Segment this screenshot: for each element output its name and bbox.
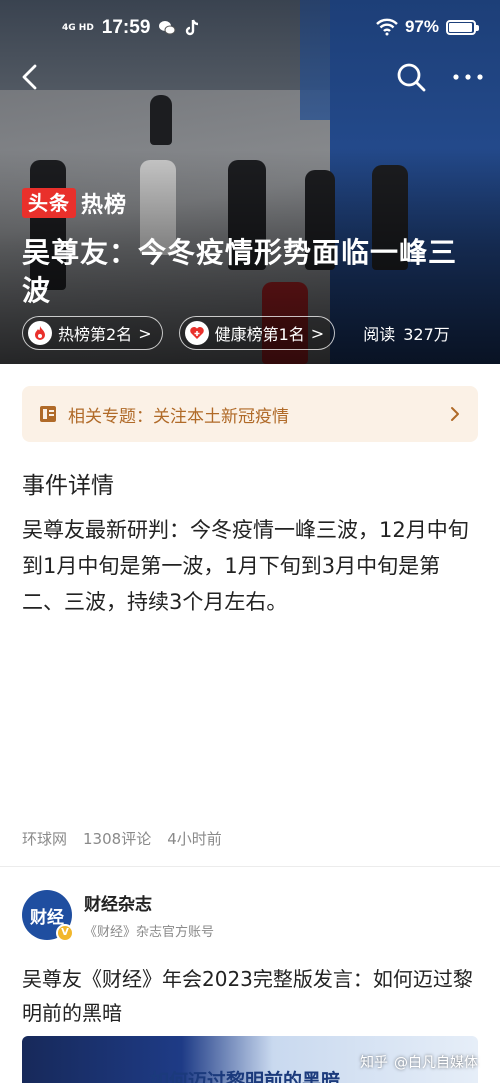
article-title[interactable]: 吴尊友《财经》年会2023完整版发言：如何迈过黎明前的黑暗	[22, 962, 482, 1030]
back-button[interactable]	[14, 60, 48, 94]
battery-percent: 97%	[404, 17, 439, 36]
avatar-text: 财经	[30, 907, 64, 928]
related-topic-bar[interactable]: 相关专题：关注本土新冠疫情	[22, 386, 478, 442]
author-description: 《财经》杂志官方账号	[84, 925, 215, 940]
author-row[interactable]: 财经 V 财经杂志 《财经》杂志官方账号	[22, 890, 215, 942]
tag-health-rank[interactable]: 健康榜第1名 >	[178, 316, 336, 350]
author-name[interactable]: 财经杂志	[84, 890, 214, 915]
divider	[0, 866, 500, 867]
tag-hot-rank-label: 热榜第2名	[58, 325, 133, 344]
search-icon	[397, 63, 426, 92]
tag-health-rank-label: 健康榜第1名	[214, 325, 305, 344]
event-details-heading: 事件详情	[22, 473, 114, 499]
battery-icon	[446, 19, 479, 35]
tag-hot-rank[interactable]: 热榜第2名 >	[22, 316, 163, 350]
wifi-icon	[376, 18, 398, 36]
avatar[interactable]: 财经 V	[22, 890, 74, 942]
hot-list-logo: 头条 热榜	[22, 187, 127, 219]
read-count-value: 327万	[403, 325, 450, 344]
status-time: 17:59	[101, 17, 151, 38]
tag-health-rank-arrow: >	[310, 323, 325, 343]
related-topic-label: 相关专题：关注本土新冠疫情	[68, 406, 289, 427]
watermark-user: @白凡自媒体	[394, 1055, 478, 1071]
event-details-body: 吴尊友最新研判：今冬疫情一峰三波，12月中旬到1月中旬是第一波，1月下旬到3月中…	[22, 518, 469, 614]
hot-logo-red: 头条	[22, 188, 76, 218]
flame-icon	[28, 321, 52, 345]
meta-time: 4小时前	[167, 830, 222, 848]
chat-app-icon	[159, 21, 176, 35]
hero-photo-person	[150, 95, 172, 145]
meta-source[interactable]: 环球网	[22, 828, 67, 849]
search-button[interactable]	[394, 60, 428, 94]
read-count: 阅读 327万	[363, 321, 450, 345]
tag-hot-rank-arrow: >	[138, 323, 152, 343]
more-dots-icon	[453, 74, 483, 80]
watermark: 知乎 @白凡自媒体	[360, 1052, 478, 1072]
hot-logo-white: 热榜	[81, 193, 128, 218]
read-count-label: 阅读	[363, 325, 396, 344]
chevron-left-icon	[22, 64, 37, 90]
more-button[interactable]	[448, 60, 488, 94]
hero-title: 吴尊友：今冬疫情形势面临一峰三波	[22, 236, 458, 307]
music-app-icon	[186, 19, 199, 36]
thumbnail-text: 如何迈过黎明前的黑暗	[150, 1070, 341, 1083]
hero-tags: 热榜第2名 > 健康榜第1名 > 阅读 327万	[22, 316, 450, 350]
status-bar: 4G HD 17:59 97%	[0, 0, 500, 56]
event-meta: 环球网 1308评论 4小时前	[22, 828, 222, 849]
chevron-right-icon	[451, 407, 459, 421]
verified-badge-icon: V	[56, 924, 74, 942]
network-indicator: 4G HD	[62, 22, 94, 33]
meta-comments[interactable]: 1308评论	[83, 828, 151, 849]
document-icon	[40, 406, 56, 422]
watermark-site: 知乎	[360, 1055, 388, 1071]
heart-icon	[184, 321, 209, 345]
